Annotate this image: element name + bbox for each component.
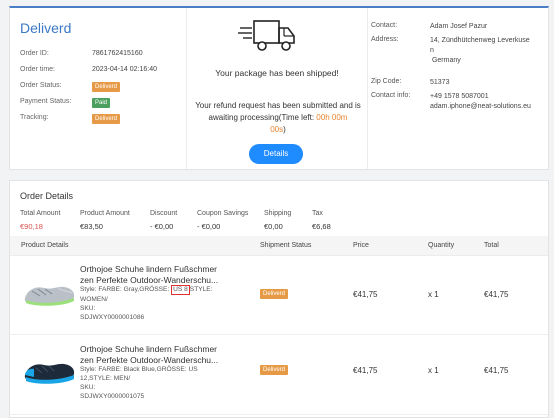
table-row: Orthojoe Schuhe lindern Fußschmer zen Pe… bbox=[10, 257, 548, 335]
timer-hours: 00h bbox=[316, 113, 330, 122]
product-price: €41,75 bbox=[353, 366, 378, 375]
summary-product-amount: Product Amount €83,50 bbox=[80, 210, 130, 231]
shipped-message: Your package has been shipped! bbox=[215, 68, 339, 78]
contact-email: adam.iphone@neat-solutions.eu bbox=[430, 103, 531, 110]
order-time-value: 2023-04-14 02:16:40 bbox=[92, 66, 157, 73]
summary-total: Total Amount €90,18 bbox=[20, 210, 60, 231]
details-button[interactable]: Details bbox=[249, 144, 303, 164]
order-id-value: 7861762415160 bbox=[92, 50, 143, 57]
address-label: Address: bbox=[371, 36, 399, 43]
order-id-row: Order ID: 7861762415160 bbox=[20, 50, 186, 66]
summary-shipping-value: €0,00 bbox=[264, 222, 283, 231]
order-time-label: Order time: bbox=[20, 66, 56, 73]
summary-product-value: €83,50 bbox=[80, 222, 103, 231]
tracking-row: Tracking: Deliverd bbox=[20, 114, 186, 130]
summary-tax: Tax €6,68 bbox=[312, 210, 331, 231]
product-quantity: x 1 bbox=[428, 366, 439, 375]
order-details-card: Order Details Total Amount €90,18 Produc… bbox=[9, 180, 549, 418]
product-total: €41,75 bbox=[484, 366, 509, 375]
address-line3: Germany bbox=[431, 57, 461, 64]
product-image[interactable] bbox=[22, 279, 77, 309]
col-quantity: Quantity bbox=[428, 242, 455, 249]
product-image[interactable] bbox=[22, 357, 77, 387]
summary-discount-value: - €0,00 bbox=[150, 222, 174, 231]
address-line2: n bbox=[430, 47, 434, 54]
zip-value: 51373 bbox=[430, 79, 450, 86]
payment-status-row: Payment Status: Paid bbox=[20, 98, 186, 114]
table-row: Orthojoe Schuhe lindern Fußschmer zen Pe… bbox=[10, 337, 548, 415]
product-total: €41,75 bbox=[484, 290, 509, 299]
summary-coupon-value: - €0,00 bbox=[197, 222, 221, 231]
summary-coupon-label: Coupon Savings bbox=[197, 210, 249, 217]
summary-tax-label: Tax bbox=[312, 210, 323, 217]
order-info-column: Deliverd Order ID: 7861762415160 Order t… bbox=[10, 8, 186, 169]
summary-discount-label: Discount bbox=[150, 210, 178, 217]
product-name[interactable]: Orthojoe Schuhe lindern Fußschmer zen Pe… bbox=[80, 344, 224, 365]
tracking-label: Tracking: bbox=[20, 114, 49, 121]
products-table-header: Product Details Shipment Status Price Qu… bbox=[10, 236, 548, 256]
timer-minutes: 00m bbox=[331, 113, 348, 122]
delivery-truck-icon bbox=[238, 20, 295, 51]
product-info: Orthojoe Schuhe lindern Fußschmer zen Pe… bbox=[80, 264, 224, 322]
contact-column: Contact: Adam Josef Pazur Address: 14, Z… bbox=[368, 8, 550, 169]
order-id-label: Order ID: bbox=[20, 50, 49, 57]
product-style-text: Style: FARBE: Gray,GRÖSSE: bbox=[80, 286, 172, 293]
address-value: 14, Zündhütchenweg Leverkuse n Germany bbox=[430, 36, 548, 66]
summary-shipping-label: Shipping bbox=[264, 210, 292, 217]
col-shipment-status: Shipment Status bbox=[260, 242, 312, 249]
order-details-title: Order Details bbox=[20, 191, 74, 201]
size-highlight: US 8 bbox=[171, 285, 190, 295]
order-status-title: Deliverd bbox=[20, 20, 72, 36]
summary-tax-value: €6,68 bbox=[312, 222, 331, 231]
summary-product-label: Product Amount bbox=[80, 210, 130, 217]
order-status-label: Order Status: bbox=[20, 82, 62, 89]
summary-discount: Discount - €0,00 bbox=[150, 210, 177, 231]
product-price: €41,75 bbox=[353, 290, 378, 299]
product-sku-label: SKU: bbox=[80, 305, 96, 312]
order-status-row: Order Status: Deliverd bbox=[20, 82, 186, 98]
col-product-details: Product Details bbox=[21, 242, 69, 249]
refund-end: ) bbox=[283, 125, 286, 134]
order-time-row: Order time: 2023-04-14 02:16:40 bbox=[20, 66, 186, 82]
product-sku: SDJWXY0000001086 bbox=[80, 314, 145, 321]
contact-value: Adam Josef Pazur bbox=[430, 23, 488, 30]
payment-status-label: Payment Status: bbox=[20, 98, 72, 105]
tracking-badge: Deliverd bbox=[92, 114, 121, 124]
shipment-status-badge: Deliverd bbox=[260, 365, 289, 375]
shipment-status-badge: Deliverd bbox=[260, 289, 289, 299]
zip-label: Zip Code: bbox=[371, 78, 402, 85]
product-sku: SDJWXY0000001075 bbox=[80, 393, 145, 400]
product-info: Orthojoe Schuhe lindern Fußschmer zen Pe… bbox=[80, 344, 224, 401]
shipment-column: Your package has been shipped! Your refu… bbox=[186, 8, 368, 169]
summary-shipping: Shipping €0,00 bbox=[264, 210, 291, 231]
col-total: Total bbox=[484, 242, 499, 249]
product-name[interactable]: Orthojoe Schuhe lindern Fußschmer zen Pe… bbox=[80, 264, 224, 285]
contact-label: Contact: bbox=[371, 22, 398, 29]
order-status-badge: Deliverd bbox=[92, 82, 121, 92]
refund-message: Your refund request has been submitted a… bbox=[195, 100, 361, 136]
contact-info-label: Contact info: bbox=[371, 92, 411, 99]
summary-total-value: €90,18 bbox=[20, 222, 43, 231]
summary-coupon: Coupon Savings - €0,00 bbox=[197, 210, 248, 231]
product-quantity: x 1 bbox=[428, 290, 439, 299]
col-price: Price bbox=[353, 242, 369, 249]
product-style: Style: FARBE: Black Blue,GRÖSSE: US 12,S… bbox=[80, 366, 198, 382]
address-line1: 14, Zündhütchenweg Leverkuse bbox=[430, 37, 530, 44]
contact-phone: +49 1578 5087001 bbox=[430, 93, 489, 100]
summary-total-label: Total Amount bbox=[20, 210, 61, 217]
product-sku-label: SKU: bbox=[80, 384, 96, 391]
payment-status-badge: Paid bbox=[92, 98, 111, 108]
product-style: Style: FARBE: Gray,GRÖSSE: US 8 STYLE: WO… bbox=[80, 285, 224, 304]
contact-info-value: +49 1578 5087001 adam.iphone@neat-solutio… bbox=[430, 92, 548, 112]
order-summary-card: Deliverd Order ID: 7861762415160 Order t… bbox=[9, 6, 549, 170]
timer-seconds: 00s bbox=[270, 125, 284, 134]
